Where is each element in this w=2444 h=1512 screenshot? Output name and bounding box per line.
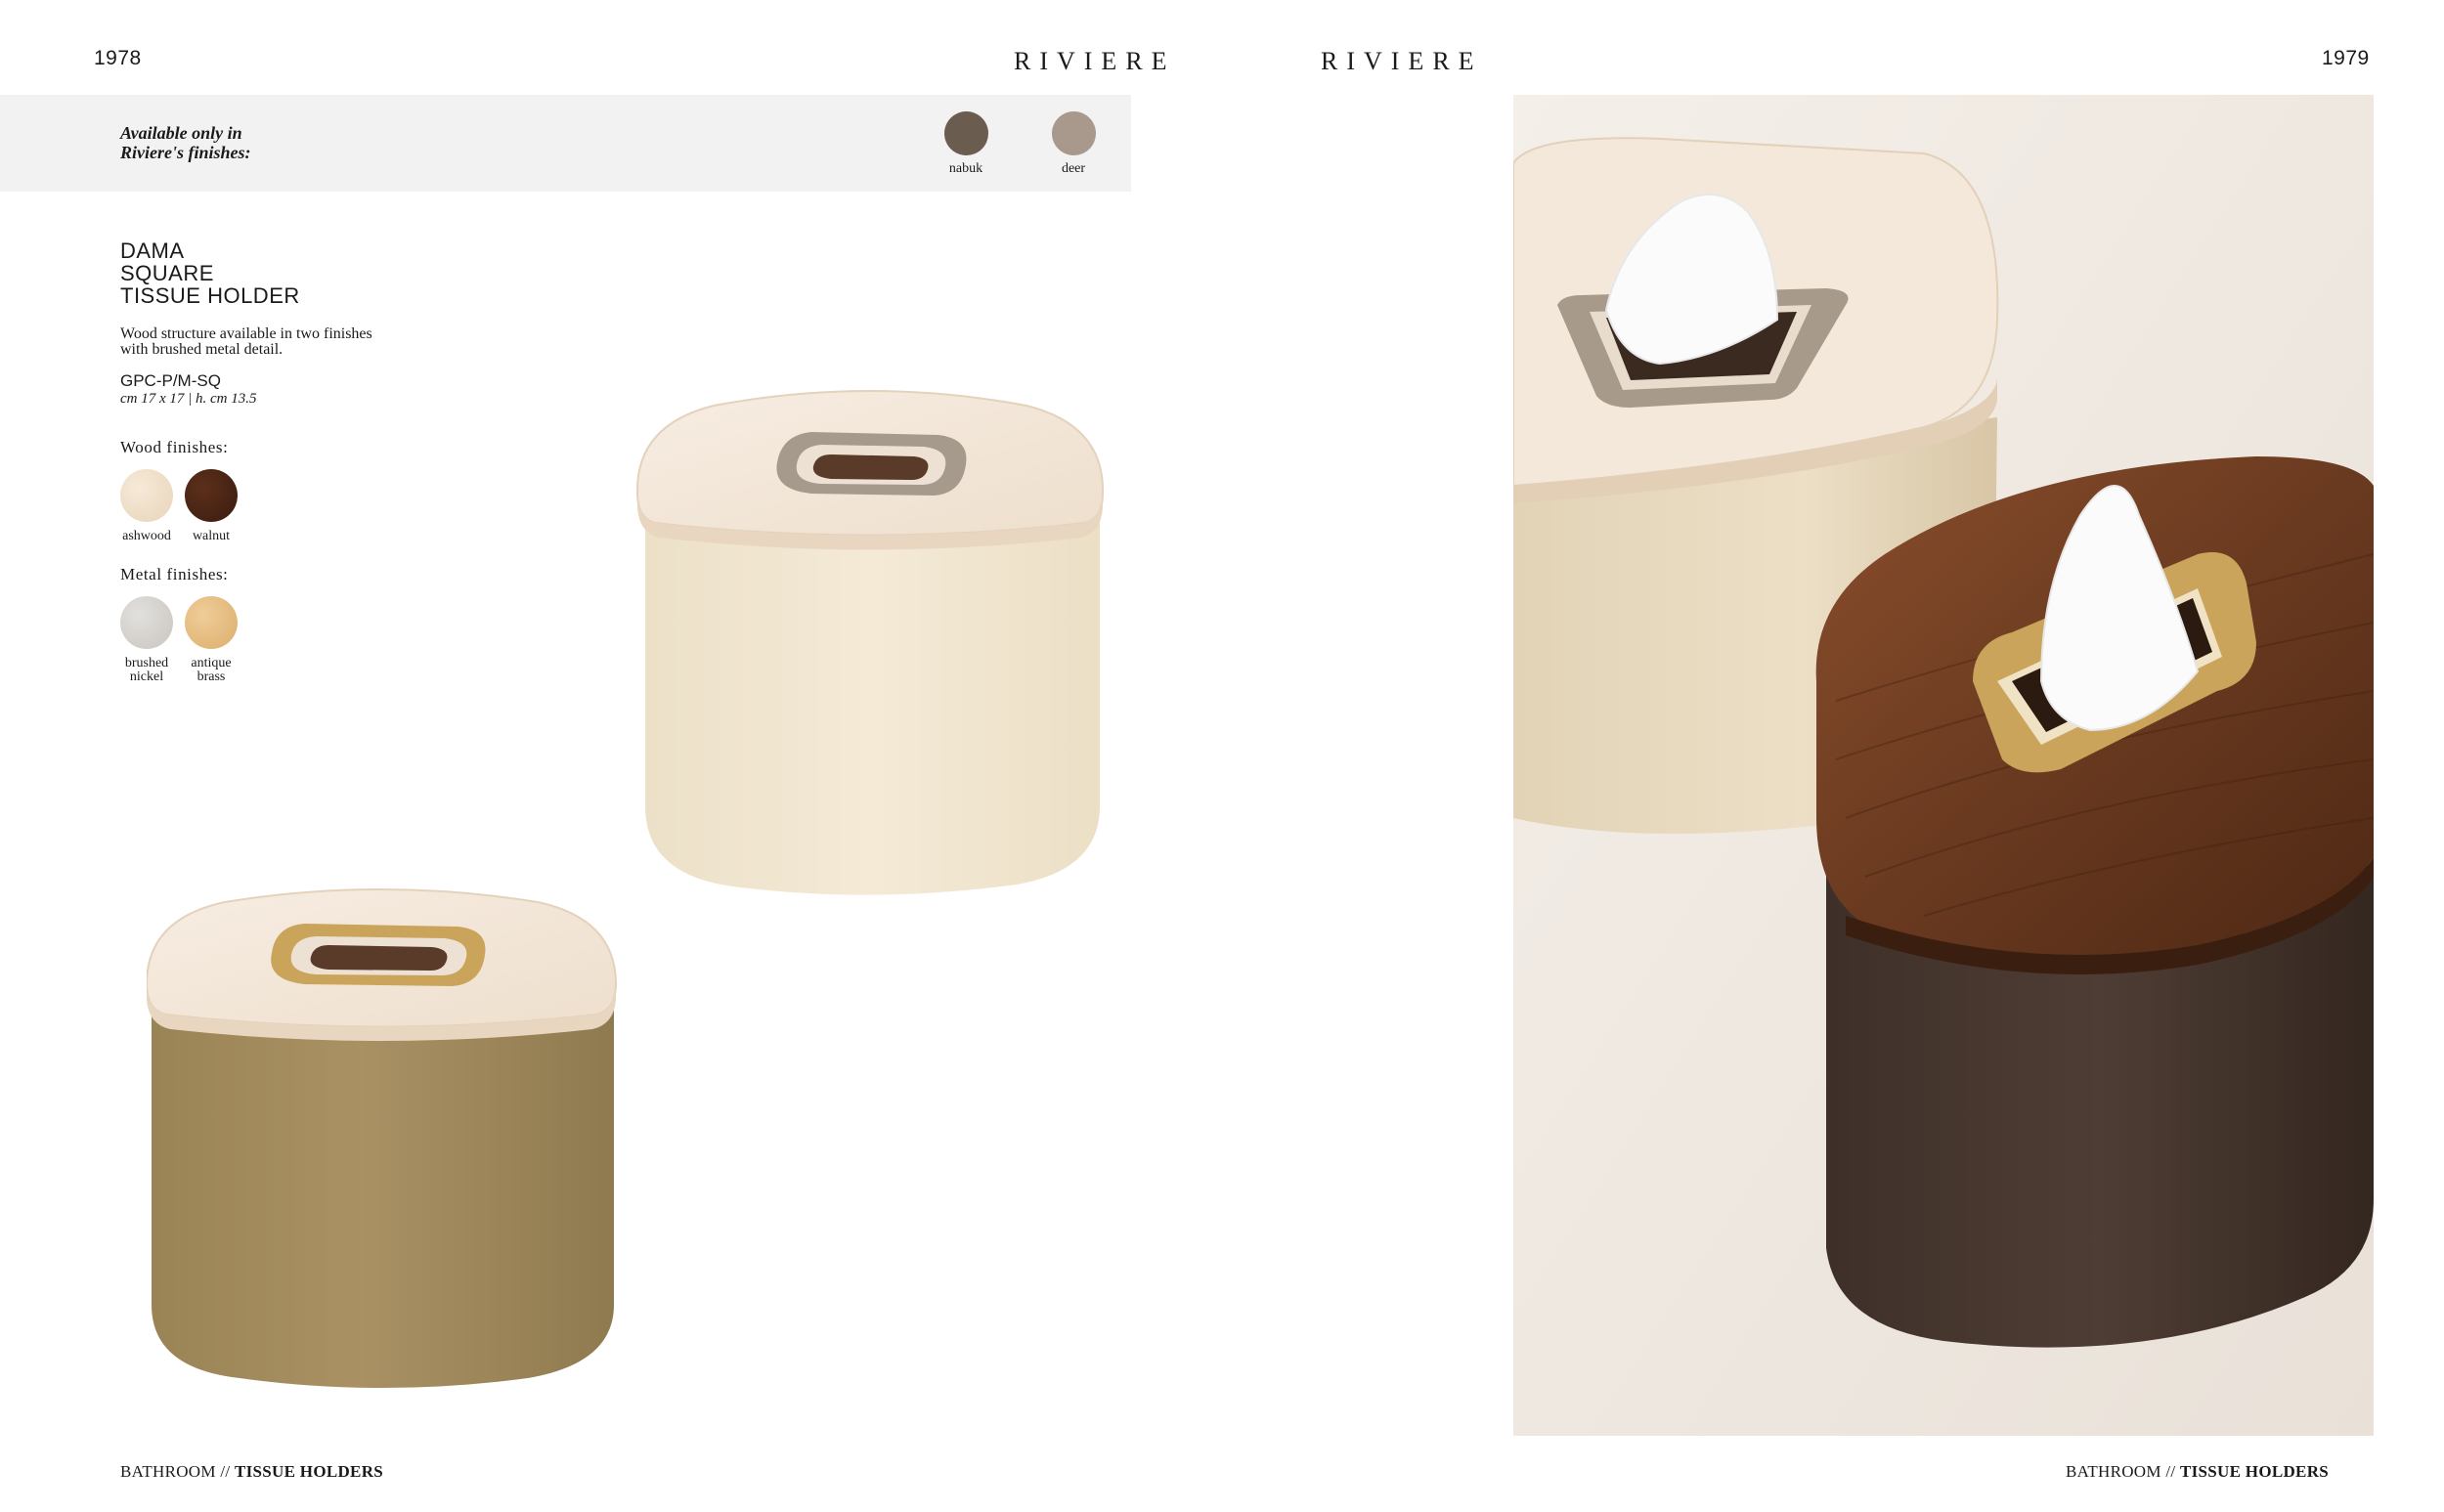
antique-brass-swatch xyxy=(185,596,238,649)
lifestyle-photo xyxy=(1513,95,2374,1436)
product-title: DAMA SQUARE TISSUE HOLDER xyxy=(120,239,300,307)
metal-finishes-heading: Metal finishes: xyxy=(120,565,229,583)
nabuk-label: nabuk xyxy=(948,161,983,176)
description-line2: with brushed metal detail. xyxy=(120,341,284,358)
footer-right-section: BATHROOM xyxy=(2066,1462,2161,1481)
footer-left-section: BATHROOM xyxy=(120,1462,216,1481)
product-code: GPC-P/M-SQ xyxy=(120,371,221,390)
footer-left-category: TISSUE HOLDERS xyxy=(234,1462,384,1481)
deer-swatch xyxy=(1052,111,1096,155)
brand-logo-right: RIVIERE xyxy=(1321,47,1483,75)
footer-right: BATHROOM // TISSUE HOLDERS xyxy=(2066,1462,2329,1482)
product-title-line3: TISSUE HOLDER xyxy=(120,283,300,308)
lifestyle-photo-drawing xyxy=(1513,95,2374,1436)
nabuk-swatch xyxy=(944,111,988,155)
availability-label-line2: Riviere's finishes: xyxy=(120,143,251,162)
footer-left-separator: // xyxy=(215,1462,235,1481)
description-line1: Wood structure available in two finishes xyxy=(120,325,372,342)
page-number-right: 1979 xyxy=(2322,47,2370,69)
footer-right-category: TISSUE HOLDERS xyxy=(2179,1462,2330,1481)
antique-brass-label-line1: antique xyxy=(191,656,232,670)
product-title-line2: SQUARE xyxy=(120,261,214,285)
ashwood-swatch xyxy=(120,469,173,522)
deer-label: deer xyxy=(1061,161,1086,176)
product-title-line1: DAMA xyxy=(120,238,185,263)
wood-finishes-heading: Wood finishes: xyxy=(120,438,229,456)
product-description: Wood structure available in two finishes… xyxy=(120,326,443,358)
availability-label: Available only in Riviere's finishes: xyxy=(120,123,335,162)
footer-right-separator: // xyxy=(2160,1462,2180,1481)
olive-tissue-holder-image xyxy=(147,888,618,1388)
cream-tissue-holder-image xyxy=(635,390,1105,895)
availability-label-line1: Available only in xyxy=(120,123,242,143)
antique-brass-label: antique brass xyxy=(167,657,255,684)
walnut-swatch xyxy=(185,469,238,522)
product-dimensions: cm 17 x 17 | h. cm 13.5 xyxy=(120,391,257,407)
walnut-label: walnut xyxy=(192,529,231,543)
antique-brass-label-line2: brass xyxy=(196,670,226,684)
footer-left: BATHROOM // TISSUE HOLDERS xyxy=(120,1462,383,1482)
brand-logo-left: RIVIERE xyxy=(1014,47,1176,75)
brushed-nickel-swatch xyxy=(120,596,173,649)
page-number-left: 1978 xyxy=(94,47,142,69)
